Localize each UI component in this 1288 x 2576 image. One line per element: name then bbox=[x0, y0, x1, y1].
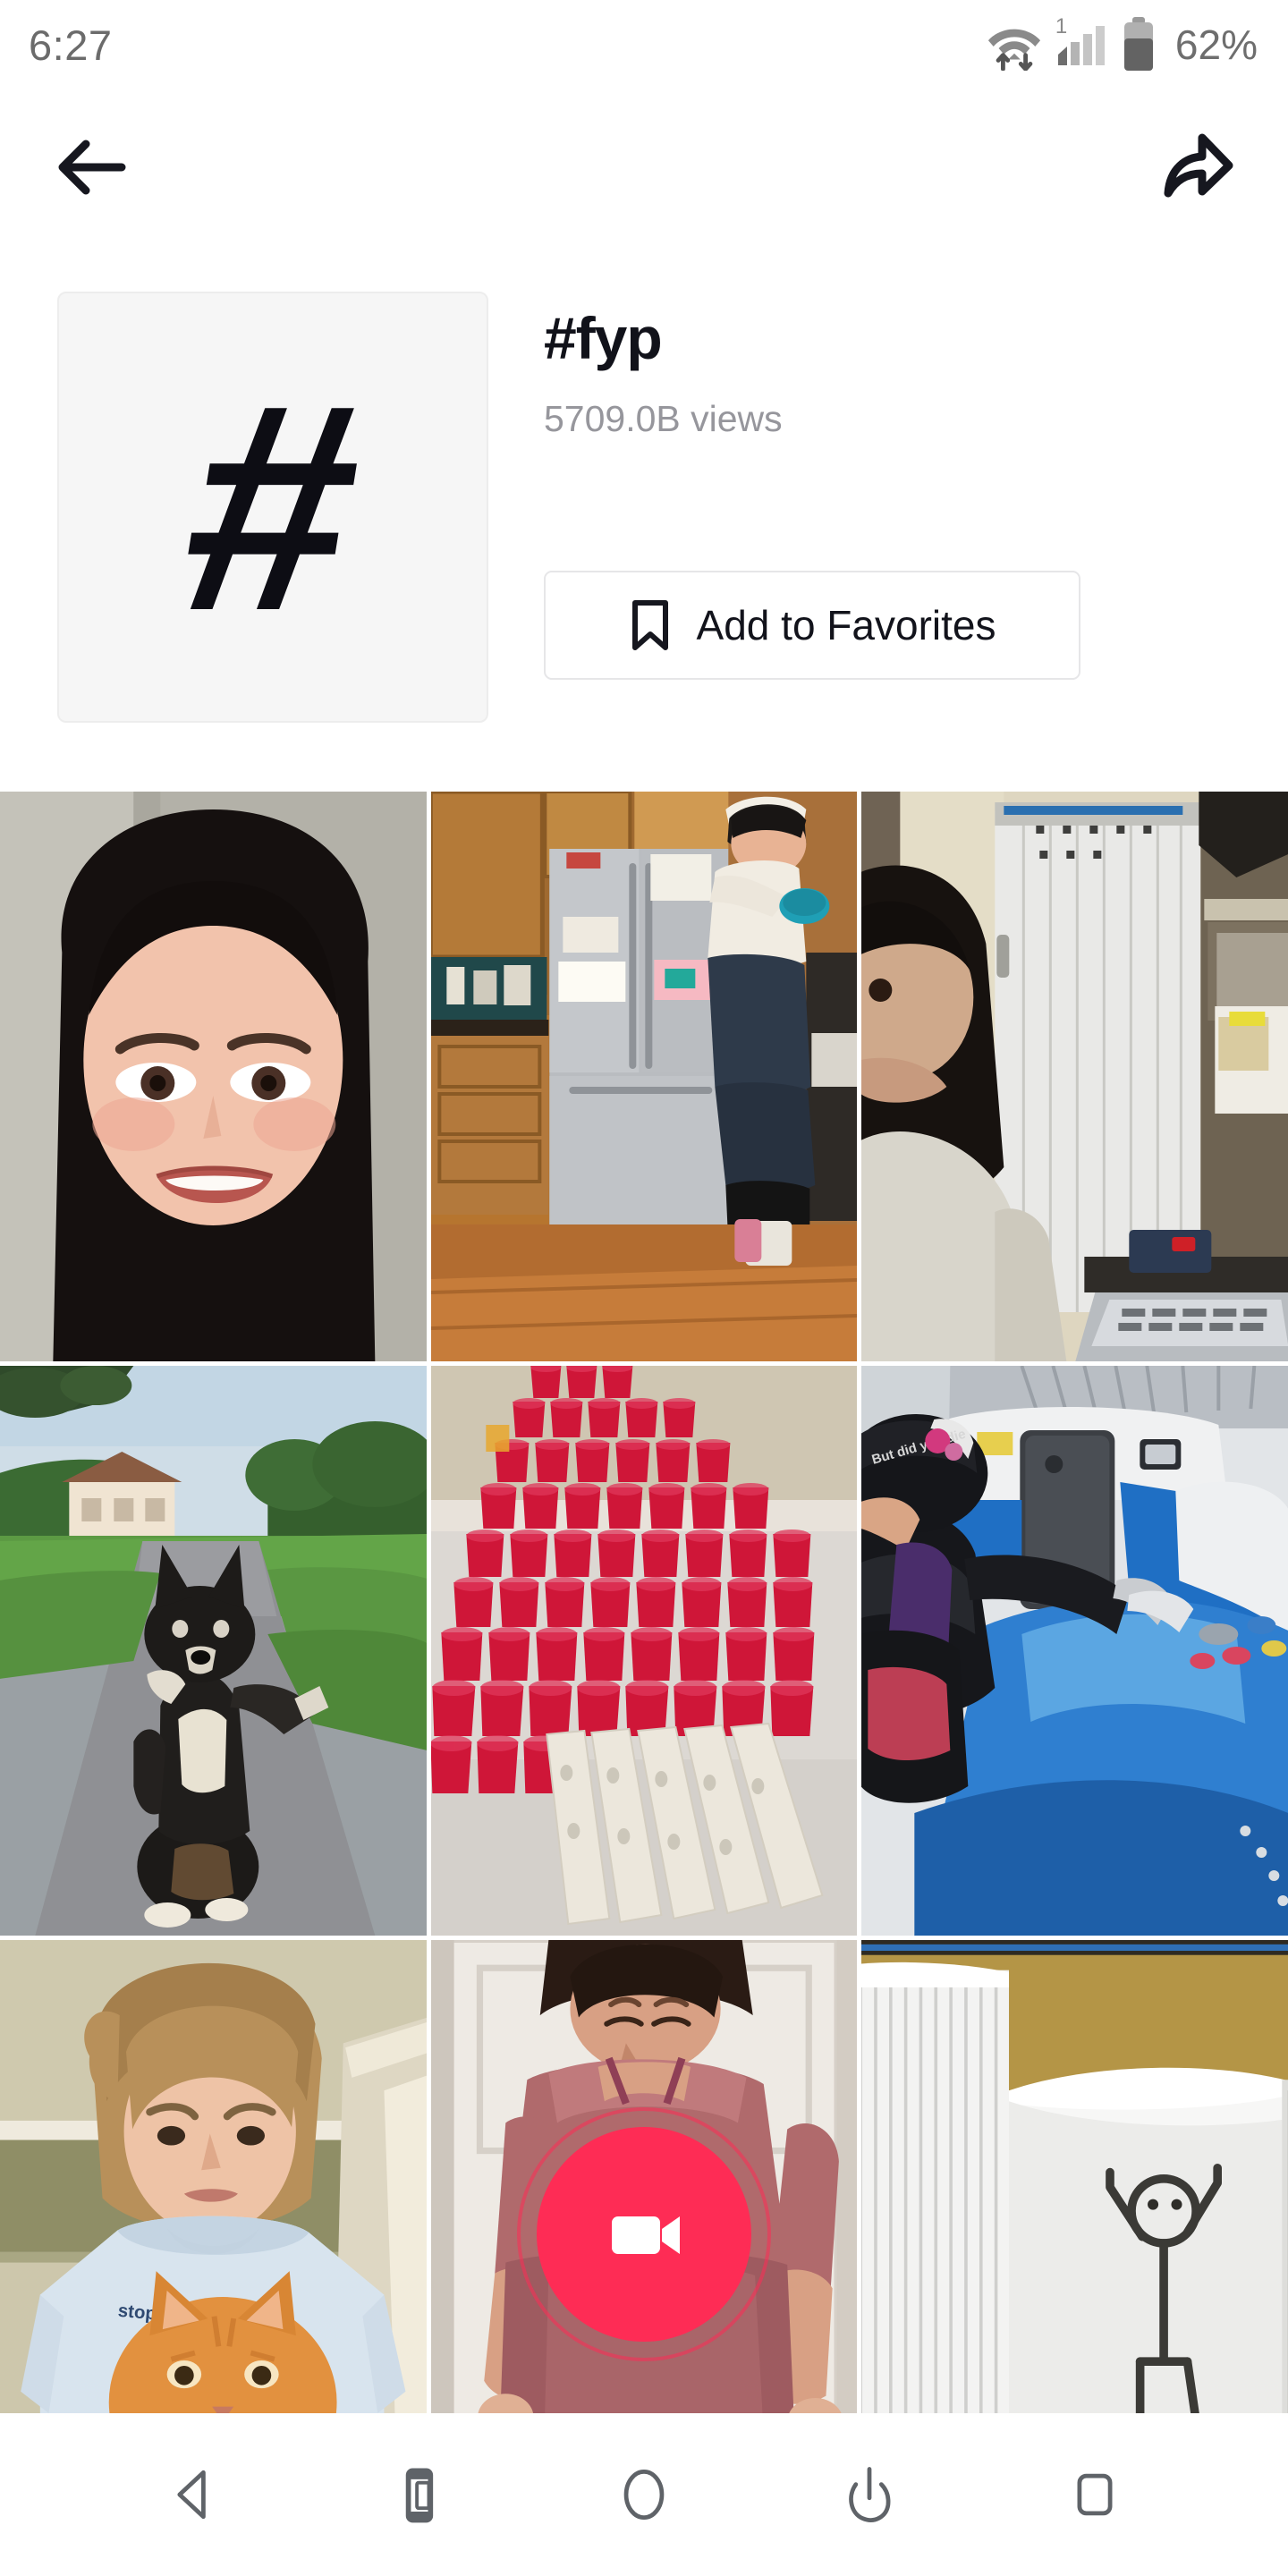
top-navigation-bar bbox=[0, 107, 1288, 224]
battery-icon bbox=[1121, 17, 1157, 72]
hashtag-header: # #fyp 5709.0B views Add to Favorites bbox=[0, 284, 1288, 785]
battery-percent-label: 62% bbox=[1174, 21, 1258, 68]
power-nav-button[interactable] bbox=[816, 2441, 923, 2548]
video-thumbnail-kitchen bbox=[430, 792, 858, 1361]
back-arrow-icon bbox=[58, 140, 126, 195]
video-grid-item[interactable] bbox=[430, 792, 858, 1361]
share-arrow-icon bbox=[1164, 133, 1233, 198]
hashtag-view-count: 5709.0B views bbox=[544, 398, 783, 440]
home-nav-button[interactable] bbox=[590, 2441, 698, 2548]
screenshot-nav-button[interactable] bbox=[340, 2375, 499, 2576]
wifi-icon bbox=[987, 19, 1042, 72]
video-grid-item[interactable] bbox=[430, 1366, 858, 1936]
square-recents-icon bbox=[1077, 2473, 1113, 2516]
power-icon bbox=[849, 2467, 891, 2522]
status-bar-icons: 1 62% bbox=[987, 16, 1258, 72]
video-thumbnail-cup-pyramid bbox=[430, 1366, 858, 1936]
video-thumbnail-dog bbox=[0, 1366, 427, 1936]
share-button[interactable] bbox=[1154, 123, 1236, 206]
add-to-favorites-button[interactable]: Add to Favorites bbox=[544, 571, 1080, 680]
record-button[interactable] bbox=[517, 2107, 771, 2361]
add-to-favorites-label: Add to Favorites bbox=[696, 602, 996, 648]
record-button-ring bbox=[517, 2107, 771, 2361]
back-button[interactable] bbox=[52, 127, 132, 208]
circle-home-icon bbox=[623, 2469, 665, 2521]
video-grid-item[interactable] bbox=[0, 792, 427, 1361]
phone-screenshot-icon bbox=[405, 2468, 434, 2523]
status-bar-time: 6:27 bbox=[29, 21, 113, 69]
triangle-back-icon bbox=[177, 2470, 206, 2520]
video-thumbnail-laptop bbox=[861, 792, 1288, 1361]
video-grid-item[interactable] bbox=[861, 792, 1288, 1361]
back-nav-button[interactable] bbox=[140, 2441, 247, 2548]
status-bar: 6:27 1 62% bbox=[0, 0, 1288, 89]
recents-nav-button[interactable] bbox=[1041, 2441, 1148, 2548]
tiktok-hashtag-screen: 6:27 1 62% # #fyp 5709.0B views Add to F… bbox=[0, 0, 1288, 2576]
cellular-signal-icon: 1 bbox=[1055, 16, 1108, 71]
video-thumbnail-skydiving: But did you die bbox=[861, 1366, 1288, 1936]
video-grid-item[interactable]: But did you die bbox=[861, 1366, 1288, 1936]
page-title: #fyp bbox=[544, 305, 663, 371]
video-grid-item[interactable] bbox=[0, 1366, 427, 1936]
hashtag-info: #fyp 5709.0B views bbox=[544, 305, 783, 440]
system-navigation-bar bbox=[0, 2375, 1288, 2576]
hashtag-glyph-icon: # bbox=[165, 342, 382, 672]
video-thumbnail-selfie bbox=[0, 792, 427, 1361]
bookmark-icon bbox=[629, 598, 672, 652]
hashtag-thumbnail-tile: # bbox=[57, 292, 488, 723]
